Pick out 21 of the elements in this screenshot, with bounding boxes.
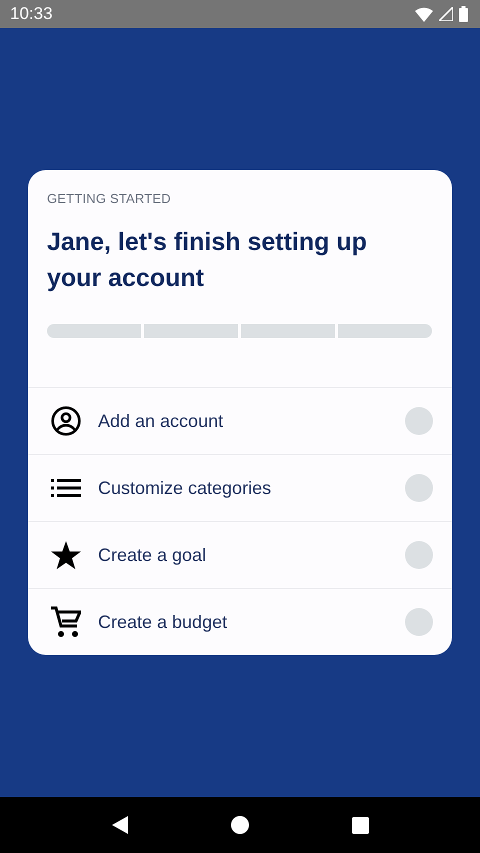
task-label: Add an account	[98, 410, 224, 432]
task-row[interactable]: Add an account	[28, 387, 452, 454]
task-label: Customize categories	[98, 478, 272, 498]
list-icon	[51, 479, 81, 497]
task-label: Create a goal	[98, 544, 208, 566]
home-icon[interactable]	[230, 816, 248, 834]
star-icon	[51, 540, 81, 570]
task-row[interactable]: Customize categories	[28, 454, 452, 521]
card-title: Jane, let's finish setting up your account	[47, 227, 368, 294]
section-label: GETTING STARTED	[47, 191, 172, 206]
recents-icon[interactable]	[352, 816, 368, 834]
task-label: Create a budget	[98, 612, 228, 632]
account-icon	[50, 405, 82, 437]
back-icon[interactable]	[112, 816, 128, 834]
wifi-icon	[415, 6, 433, 22]
task-row[interactable]: Create a budget	[28, 588, 452, 655]
clock: 10:33	[10, 4, 53, 24]
cart-icon	[51, 606, 81, 638]
battery-icon	[459, 6, 468, 22]
task-row[interactable]: Create a goal	[28, 521, 452, 588]
signal-icon	[439, 7, 453, 21]
